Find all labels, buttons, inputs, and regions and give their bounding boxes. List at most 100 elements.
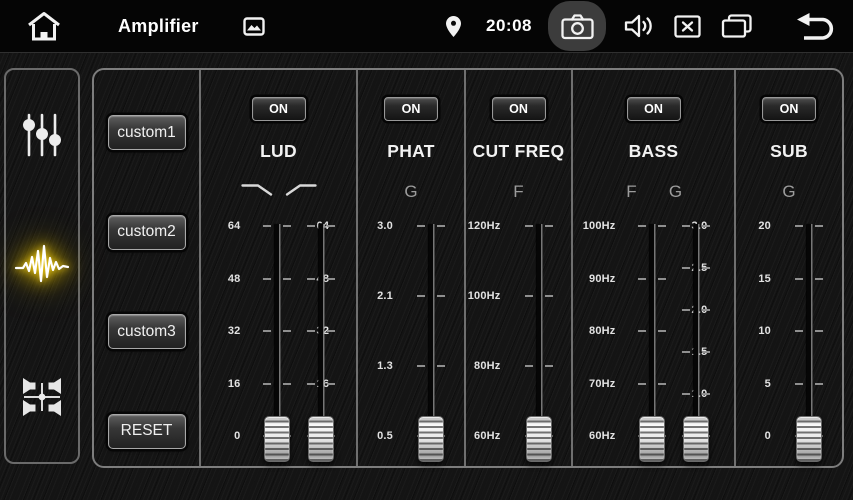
tick-label: 60Hz <box>453 428 501 444</box>
tick-label: 64 <box>193 218 241 234</box>
tick-mark <box>417 365 425 367</box>
slider-bass-1[interactable] <box>632 215 672 462</box>
tick-mark <box>682 309 690 311</box>
slider-phat[interactable] <box>411 215 451 462</box>
tick-mark <box>658 278 666 280</box>
tick-labels: 3.02.11.30.5 <box>345 215 393 462</box>
tick-mark <box>638 225 646 227</box>
tick-labels: 100Hz90Hz80Hz70Hz60Hz <box>568 215 616 462</box>
slider-knob[interactable] <box>796 416 822 462</box>
balance-icon <box>19 374 65 420</box>
preset-button-reset[interactable]: RESET <box>108 414 186 449</box>
recent-apps-icon[interactable] <box>721 14 753 39</box>
page-title: Amplifier <box>118 16 199 37</box>
sidebar-item-equalizer[interactable] <box>11 104 73 166</box>
tick-mark <box>795 383 803 385</box>
tick-label: 48 <box>193 271 241 287</box>
tick-label: 100Hz <box>453 288 501 304</box>
slider-bass-2[interactable] <box>676 215 716 462</box>
preset-button-custom1[interactable]: custom1 <box>108 115 186 150</box>
slider-knob[interactable] <box>526 416 552 462</box>
tick-mark <box>263 383 271 385</box>
camera-icon[interactable] <box>548 1 606 51</box>
equalizer-icon <box>20 112 64 158</box>
preset-button-custom2[interactable]: custom2 <box>108 215 186 250</box>
home-icon[interactable] <box>26 11 62 41</box>
tick-mark <box>795 225 803 227</box>
tick-mark <box>545 295 553 297</box>
content-area: custom1 custom2 custom3 RESET ONLUD64483216… <box>0 52 853 500</box>
header-row: FG <box>573 182 734 206</box>
slider-knob[interactable] <box>264 416 290 462</box>
column-title-cut-freq: CUT FREQ <box>466 141 571 162</box>
tick-mark <box>682 351 690 353</box>
tick-mark <box>327 330 335 332</box>
tick-mark <box>327 278 335 280</box>
on-button-lud[interactable]: ON <box>252 97 306 121</box>
column-lud: ONLUD644832160644832160 <box>201 70 358 466</box>
tick-mark <box>815 278 823 280</box>
tick-label: 0.5 <box>345 428 393 444</box>
tick-mark <box>307 383 315 385</box>
on-button-cut-freq[interactable]: ON <box>492 97 546 121</box>
tick-mark <box>682 393 690 395</box>
column-sub: ONSUBG20151050 <box>736 70 842 466</box>
preset-button-custom3[interactable]: custom3 <box>108 314 186 349</box>
header-row <box>201 182 356 206</box>
slider-lud-2[interactable] <box>301 215 341 462</box>
column-title-sub: SUB <box>736 141 842 162</box>
tick-mark <box>437 365 445 367</box>
tick-mark <box>795 330 803 332</box>
slider-knob[interactable] <box>418 416 444 462</box>
tick-mark <box>525 225 533 227</box>
tick-mark <box>658 383 666 385</box>
tick-mark <box>283 278 291 280</box>
tick-mark <box>702 351 710 353</box>
slider-knob[interactable] <box>683 416 709 462</box>
tick-mark <box>815 383 823 385</box>
slider-cut-freq[interactable] <box>519 215 559 462</box>
tick-mark <box>545 365 553 367</box>
volume-icon[interactable] <box>624 13 654 39</box>
tick-mark <box>545 225 553 227</box>
back-icon[interactable] <box>795 11 839 41</box>
tick-label: 5 <box>723 376 771 392</box>
slider-row: 100Hz90Hz80Hz70Hz60Hz3.02.52.01.51.00.5 <box>573 215 734 462</box>
amplifier-screen: Amplifier 20:08 custom1custom2custom3RES… <box>0 0 853 500</box>
tick-label: 80Hz <box>568 323 616 339</box>
image-icon[interactable] <box>243 17 265 36</box>
tick-mark <box>682 225 690 227</box>
waveform-icon <box>14 243 70 289</box>
tick-label: 16 <box>193 376 241 392</box>
tick-mark <box>638 383 646 385</box>
tick-label: 10 <box>723 323 771 339</box>
tick-mark <box>263 225 271 227</box>
tick-labels: 120Hz100Hz80Hz60Hz <box>453 215 501 462</box>
tick-mark <box>263 330 271 332</box>
slider-row: 644832160644832160 <box>201 215 356 462</box>
slider-knob[interactable] <box>639 416 665 462</box>
lowpass-curve-icon <box>241 182 273 197</box>
tick-mark <box>307 330 315 332</box>
tick-mark <box>417 295 425 297</box>
tick-label: 1.3 <box>345 358 393 374</box>
slider-sub[interactable] <box>789 215 829 462</box>
on-button-sub[interactable]: ON <box>762 97 816 121</box>
tick-label: 32 <box>193 323 241 339</box>
tick-label: 15 <box>723 271 771 287</box>
close-icon[interactable] <box>674 15 701 38</box>
tick-mark <box>815 225 823 227</box>
slider-lud-1[interactable] <box>257 215 297 462</box>
tick-mark <box>658 330 666 332</box>
sidebar-item-balance-fader[interactable] <box>11 366 73 428</box>
tick-mark <box>525 365 533 367</box>
sidebar-item-sound-effects[interactable] <box>11 235 73 297</box>
location-icon <box>445 15 462 38</box>
on-button-bass[interactable]: ON <box>627 97 681 121</box>
on-button-phat[interactable]: ON <box>384 97 438 121</box>
tick-label: 70Hz <box>568 376 616 392</box>
slider-knob[interactable] <box>308 416 334 462</box>
tick-mark <box>307 278 315 280</box>
presets-column: custom1 custom2 custom3 RESET <box>94 70 201 466</box>
tick-mark <box>702 309 710 311</box>
